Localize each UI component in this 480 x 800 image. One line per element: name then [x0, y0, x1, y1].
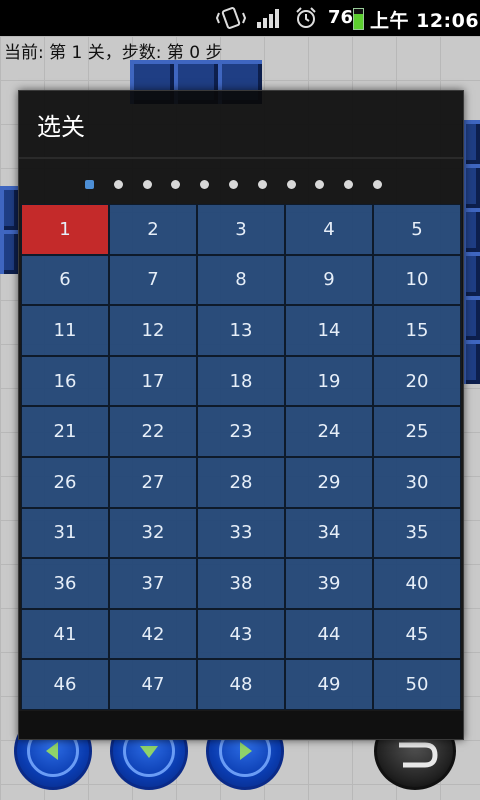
page-dot[interactable]: [200, 180, 210, 189]
page-dot[interactable]: [373, 180, 382, 189]
page-dot[interactable]: [229, 180, 238, 189]
level-button[interactable]: 22: [109, 406, 197, 457]
wall-tile: [462, 296, 480, 340]
level-button[interactable]: 37: [109, 558, 197, 609]
level-button[interactable]: 34: [285, 507, 373, 559]
level-select-dialog: 选关 1 2 3 4 5 6 7 8 9 10 11 12 13 14 15 16 17 18 19 20 21 22 23…: [18, 90, 464, 740]
level-button[interactable]: 44: [285, 608, 373, 660]
alarm-icon: [296, 7, 316, 28]
page-dot[interactable]: [85, 180, 94, 189]
level-button[interactable]: 19: [285, 355, 373, 407]
level-button[interactable]: 3: [197, 204, 285, 255]
vibrate-icon: [216, 7, 246, 29]
level-button[interactable]: 36: [21, 558, 109, 609]
level-button[interactable]: 42: [109, 608, 197, 660]
wall-tile: [462, 340, 480, 384]
level-button[interactable]: 48: [197, 659, 285, 710]
signal-icon: [257, 9, 279, 28]
page-dot[interactable]: [171, 180, 181, 189]
level-button[interactable]: 2: [109, 204, 197, 255]
battery-icon: [353, 8, 364, 30]
level-button[interactable]: 40: [373, 558, 461, 609]
level-button[interactable]: 41: [21, 608, 109, 660]
level-button[interactable]: 17: [109, 355, 197, 407]
level-button[interactable]: 50: [373, 659, 461, 710]
level-button[interactable]: 49: [285, 659, 373, 710]
wall-tile: [462, 252, 480, 296]
page-dot[interactable]: [286, 180, 296, 189]
level-button[interactable]: 13: [197, 305, 285, 356]
level-button[interactable]: 35: [373, 507, 461, 559]
wall-tile: [0, 186, 18, 230]
level-button[interactable]: 4: [285, 204, 373, 255]
level-button[interactable]: 29: [285, 456, 373, 508]
level-button[interactable]: 21: [21, 406, 109, 457]
level-button[interactable]: 31: [21, 507, 109, 559]
page-dot[interactable]: [344, 180, 354, 189]
status-bar: 76 上午 12:06: [0, 0, 480, 36]
divider: [19, 157, 463, 159]
level-button[interactable]: 7: [109, 254, 197, 306]
dialog-title: 选关: [37, 113, 85, 141]
level-button[interactable]: 39: [285, 558, 373, 609]
wall-tile: [462, 120, 480, 164]
level-button[interactable]: 28: [197, 456, 285, 508]
level-button[interactable]: 47: [109, 659, 197, 710]
wall-tile: [462, 208, 480, 252]
level-button[interactable]: 27: [109, 456, 197, 508]
level-button[interactable]: 11: [21, 305, 109, 356]
down-arrow-icon: [140, 746, 158, 758]
level-button[interactable]: 32: [109, 507, 197, 559]
level-button[interactable]: 10: [373, 254, 461, 306]
page-dot[interactable]: [113, 180, 123, 189]
level-button[interactable]: 6: [21, 254, 109, 306]
level-button[interactable]: 24: [285, 406, 373, 457]
level-button[interactable]: 20: [373, 355, 461, 407]
level-grid: 1 2 3 4 5 6 7 8 9 10 11 12 13 14 15 16 17 18 19 20 21 22 23 24 2…: [21, 204, 461, 710]
level-button[interactable]: 1: [21, 204, 109, 255]
level-button[interactable]: 43: [197, 608, 285, 660]
battery-percent: 76: [328, 7, 354, 28]
right-arrow-icon: [240, 742, 252, 760]
level-button[interactable]: 14: [285, 305, 373, 356]
wall-tile: [0, 230, 18, 274]
level-button[interactable]: 5: [373, 204, 461, 255]
level-button[interactable]: 45: [373, 608, 461, 660]
page-dot[interactable]: [142, 180, 152, 189]
level-button[interactable]: 25: [373, 406, 461, 457]
level-button[interactable]: 8: [197, 254, 285, 306]
level-button[interactable]: 18: [197, 355, 285, 407]
level-button[interactable]: 23: [197, 406, 285, 457]
dialog-footer: [19, 711, 463, 739]
level-button[interactable]: 12: [109, 305, 197, 356]
level-button[interactable]: 38: [197, 558, 285, 609]
page-dot[interactable]: [315, 180, 325, 189]
level-button[interactable]: 9: [285, 254, 373, 306]
level-button[interactable]: 30: [373, 456, 461, 508]
page-indicator: [85, 180, 405, 192]
wall-tile: [462, 164, 480, 208]
level-button[interactable]: 33: [197, 507, 285, 559]
level-button[interactable]: 46: [21, 659, 109, 710]
level-button[interactable]: 26: [21, 456, 109, 508]
level-button[interactable]: 15: [373, 305, 461, 356]
clock: 上午 12:06: [370, 10, 480, 32]
left-arrow-icon: [46, 742, 58, 760]
page-dot[interactable]: [257, 180, 267, 189]
level-button[interactable]: 16: [21, 355, 109, 407]
